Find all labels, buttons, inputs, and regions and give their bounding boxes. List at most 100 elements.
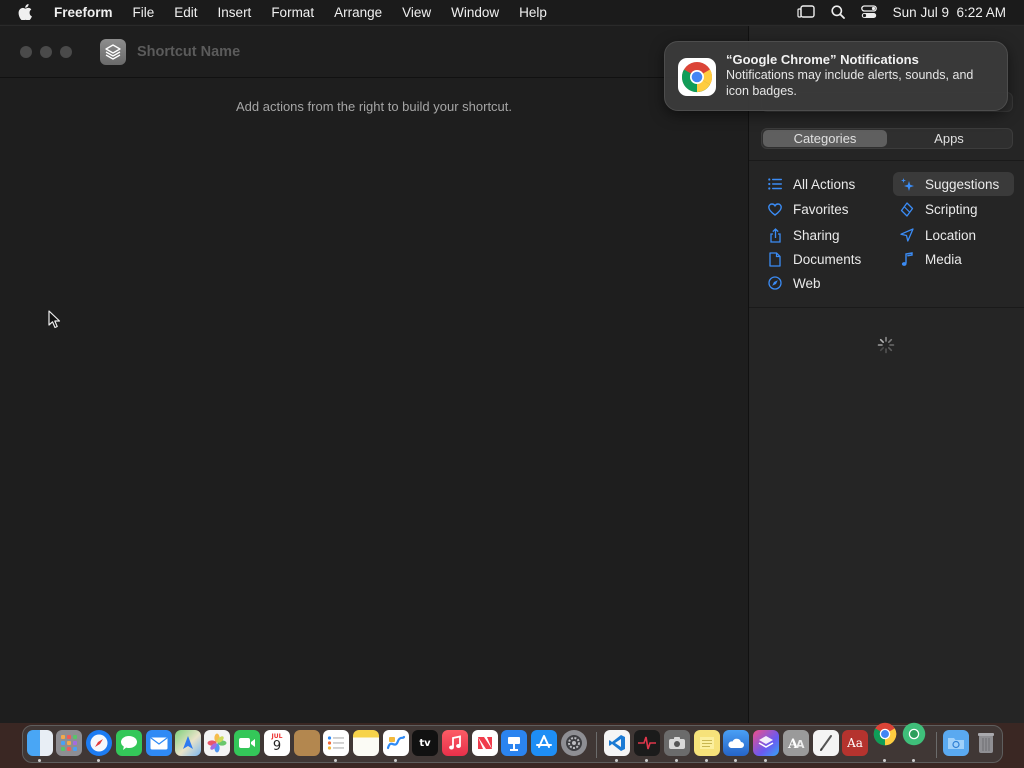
calendar-day: 9 — [272, 739, 282, 754]
menu-app-name[interactable]: Freeform — [54, 5, 123, 20]
category-label: Sharing — [793, 227, 840, 243]
running-indicator — [883, 759, 886, 762]
chrome-canary-icon[interactable] — [901, 721, 927, 747]
category-segmented-control: Categories Apps — [761, 128, 1013, 149]
notes-brown-icon[interactable] — [294, 730, 320, 756]
chrome-notification-banner[interactable]: “Google Chrome” Notifications Notificati… — [664, 41, 1008, 111]
category-location[interactable]: Location — [893, 223, 1014, 247]
category-sharing[interactable]: Sharing — [761, 223, 881, 247]
shortcut-layers-icon[interactable] — [100, 38, 126, 65]
category-documents[interactable]: Documents — [761, 247, 881, 271]
menu-edit[interactable]: Edit — [164, 5, 207, 20]
document-icon — [767, 251, 783, 267]
running-indicator — [394, 759, 397, 762]
textedit-icon[interactable] — [813, 730, 839, 756]
close-window-button[interactable] — [20, 45, 32, 58]
menu-format[interactable]: Format — [261, 5, 324, 20]
facetime-icon[interactable] — [234, 730, 260, 756]
sidebar-divider — [749, 160, 1024, 161]
editor-hint-text: Add actions from the right to build your… — [235, 99, 513, 114]
launchpad-icon[interactable] — [56, 730, 82, 756]
category-web[interactable]: Web — [761, 271, 881, 295]
shortcut-editor[interactable]: Add actions from the right to build your… — [0, 79, 748, 724]
running-indicator — [764, 759, 767, 762]
safari-icon[interactable] — [86, 730, 112, 756]
loading-spinner-icon — [877, 336, 895, 354]
menu-view[interactable]: View — [392, 5, 441, 20]
window-titlebar: Shortcut Name — [0, 26, 748, 78]
category-suggestions[interactable]: Suggestions — [893, 172, 1014, 196]
notification-title: “Google Chrome” Notifications — [726, 52, 919, 67]
apple-tv-label: tv — [419, 737, 431, 749]
downloads-folder-icon[interactable] — [943, 730, 969, 756]
actions-sidebar: Categories Apps All Actions Favorites Sh… — [748, 26, 1024, 724]
shortcuts-icon[interactable] — [753, 730, 779, 756]
menu-arrange[interactable]: Arrange — [324, 5, 392, 20]
menu-window[interactable]: Window — [441, 5, 509, 20]
google-chrome-dock-icon[interactable] — [872, 721, 898, 747]
news-icon[interactable] — [472, 730, 498, 756]
sparkle-icon — [899, 176, 915, 192]
notification-body: Notifications may include alerts, sounds… — [726, 68, 974, 98]
category-media[interactable]: Media — [893, 247, 1014, 271]
calendar-icon[interactable]: JUL 9 — [264, 730, 290, 756]
running-indicator — [38, 759, 41, 762]
keynote-icon[interactable] — [501, 730, 527, 756]
running-indicator — [734, 759, 737, 762]
google-chrome-icon — [678, 58, 716, 96]
zoom-window-button[interactable] — [60, 45, 72, 58]
segment-categories[interactable]: Categories — [763, 130, 887, 147]
stickies-icon[interactable] — [694, 730, 720, 756]
control-center-icon[interactable] — [860, 5, 877, 19]
finder-icon[interactable] — [27, 730, 53, 756]
music-icon[interactable] — [442, 730, 468, 756]
visual-studio-code-icon[interactable] — [604, 730, 630, 756]
dictionary-icon[interactable]: Aa — [842, 730, 868, 756]
font-book-icon[interactable]: AA — [783, 730, 809, 756]
trash-icon[interactable] — [973, 730, 999, 756]
category-all-actions[interactable]: All Actions — [761, 172, 881, 196]
mail-icon[interactable] — [146, 730, 172, 756]
category-scripting[interactable]: Scripting — [893, 197, 1014, 221]
instruments-icon[interactable] — [634, 730, 660, 756]
list-icon — [767, 176, 783, 192]
heart-icon — [767, 201, 783, 217]
minimize-window-button[interactable] — [40, 45, 52, 58]
segment-apps[interactable]: Apps — [887, 130, 1011, 147]
system-settings-icon[interactable] — [561, 730, 587, 756]
category-label: Web — [793, 275, 821, 291]
weather-icon[interactable] — [723, 730, 749, 756]
stage-manager-icon[interactable] — [797, 5, 815, 19]
category-label: Media — [925, 251, 962, 267]
menubar-clock[interactable]: Sun Jul 9 6:22 AM — [893, 5, 1006, 20]
mouse-pointer-icon — [48, 310, 61, 329]
shortcut-name-field[interactable]: Shortcut Name — [137, 44, 240, 60]
messages-icon[interactable] — [116, 730, 142, 756]
reminders-icon[interactable] — [323, 730, 349, 756]
screenshot-icon[interactable] — [664, 730, 690, 756]
category-label: Favorites — [793, 201, 849, 217]
category-favorites[interactable]: Favorites — [761, 197, 881, 221]
category-label: Location — [925, 227, 977, 243]
app-store-icon[interactable] — [531, 730, 557, 756]
compass-icon — [767, 275, 783, 291]
dock-separator — [936, 732, 937, 758]
traffic-lights — [20, 45, 72, 58]
maps-icon[interactable] — [175, 730, 201, 756]
menu-file[interactable]: File — [123, 5, 165, 20]
music-note-icon — [899, 251, 915, 267]
apple-tv-icon[interactable]: tv — [412, 730, 438, 756]
running-indicator — [675, 759, 678, 762]
location-arrow-icon — [899, 227, 915, 243]
menu-insert[interactable]: Insert — [208, 5, 262, 20]
category-label: Scripting — [925, 201, 978, 217]
category-label: Documents — [793, 251, 862, 267]
photos-icon[interactable] — [204, 730, 230, 756]
running-indicator — [615, 759, 618, 762]
notes-icon[interactable] — [353, 730, 379, 756]
freeform-icon[interactable] — [383, 730, 409, 756]
spotlight-search-icon[interactable] — [831, 5, 845, 19]
menu-help[interactable]: Help — [509, 5, 557, 20]
apple-logo-icon[interactable] — [18, 4, 40, 20]
category-label: Suggestions — [925, 176, 1000, 192]
